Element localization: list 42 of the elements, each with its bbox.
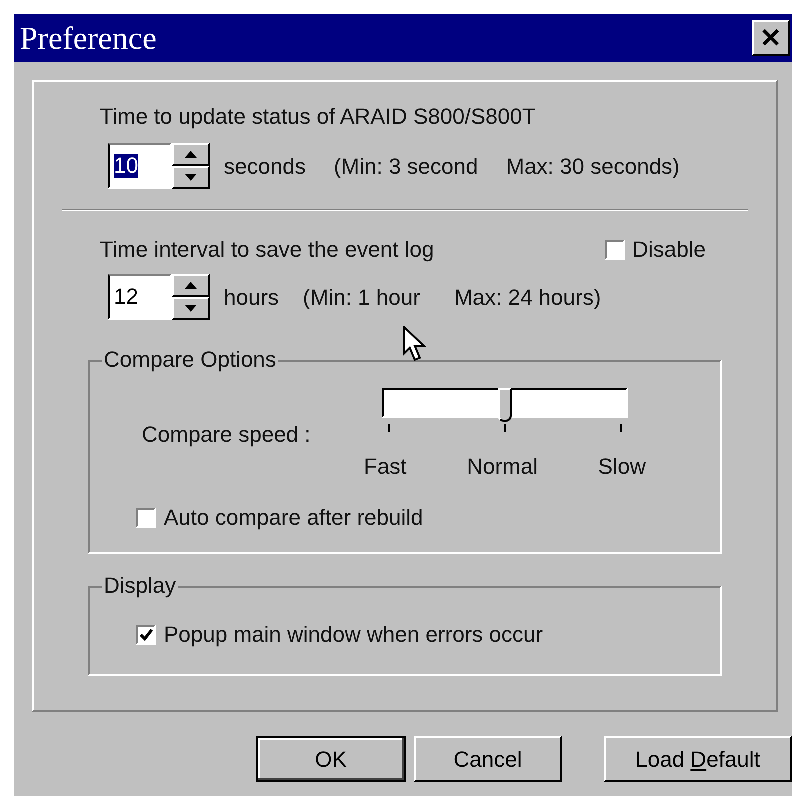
checkbox[interactable]	[136, 508, 156, 528]
tick-mark	[388, 424, 390, 432]
spin-down-button[interactable]	[172, 297, 210, 320]
down-arrow-icon	[185, 305, 197, 312]
range-max-label: Max: 24 hours)	[454, 284, 602, 312]
setting-label: Time to update status of ARAID S800/S800T	[100, 104, 536, 129]
checkbox[interactable]	[136, 624, 156, 644]
group-legend: Compare Options	[102, 348, 278, 372]
number-field[interactable]: 10	[108, 143, 172, 189]
setting-label: Time interval to save the event log	[100, 236, 434, 264]
checkbox-label: Auto compare after rebuild	[164, 504, 424, 532]
unit-label: hours	[224, 284, 280, 312]
up-arrow-icon	[185, 282, 197, 289]
range-min-label: (Min: 3 second	[334, 152, 478, 180]
range-min-label: (Min: 1 hour	[303, 284, 420, 312]
tick-label: Slow	[598, 453, 646, 481]
group-legend: Display	[102, 574, 178, 598]
unit-label: seconds	[224, 152, 306, 180]
field-value: 10	[114, 154, 138, 178]
dialog-button[interactable]: OK	[256, 736, 406, 782]
dialog-button[interactable]: Load Default	[604, 736, 792, 782]
number-field[interactable]: 12	[108, 274, 172, 320]
checkbox[interactable]	[604, 240, 625, 260]
spin-down-button[interactable]	[172, 166, 210, 189]
slider-thumb[interactable]	[498, 388, 512, 422]
checkmark-icon	[140, 628, 152, 640]
spin-up-button[interactable]	[172, 143, 210, 166]
range-max-label: Max: 30 seconds)	[506, 152, 680, 180]
tick-label: Normal	[467, 453, 538, 481]
mouse-pointer-icon	[403, 326, 427, 362]
close-button[interactable]: ✕	[752, 20, 790, 56]
spin-up-button[interactable]	[172, 274, 210, 297]
field-value: 12	[114, 285, 138, 309]
checkbox-label: Popup main window when errors occur	[164, 621, 544, 649]
tick-mark	[620, 424, 622, 432]
down-arrow-icon	[185, 174, 197, 181]
tick-mark	[504, 424, 506, 432]
tick-label: Fast	[364, 453, 407, 481]
dialog-button[interactable]: Cancel	[414, 736, 562, 782]
checkbox-label: Disable	[632, 236, 706, 264]
window-title: Preference	[20, 19, 157, 58]
up-arrow-icon	[185, 151, 197, 158]
